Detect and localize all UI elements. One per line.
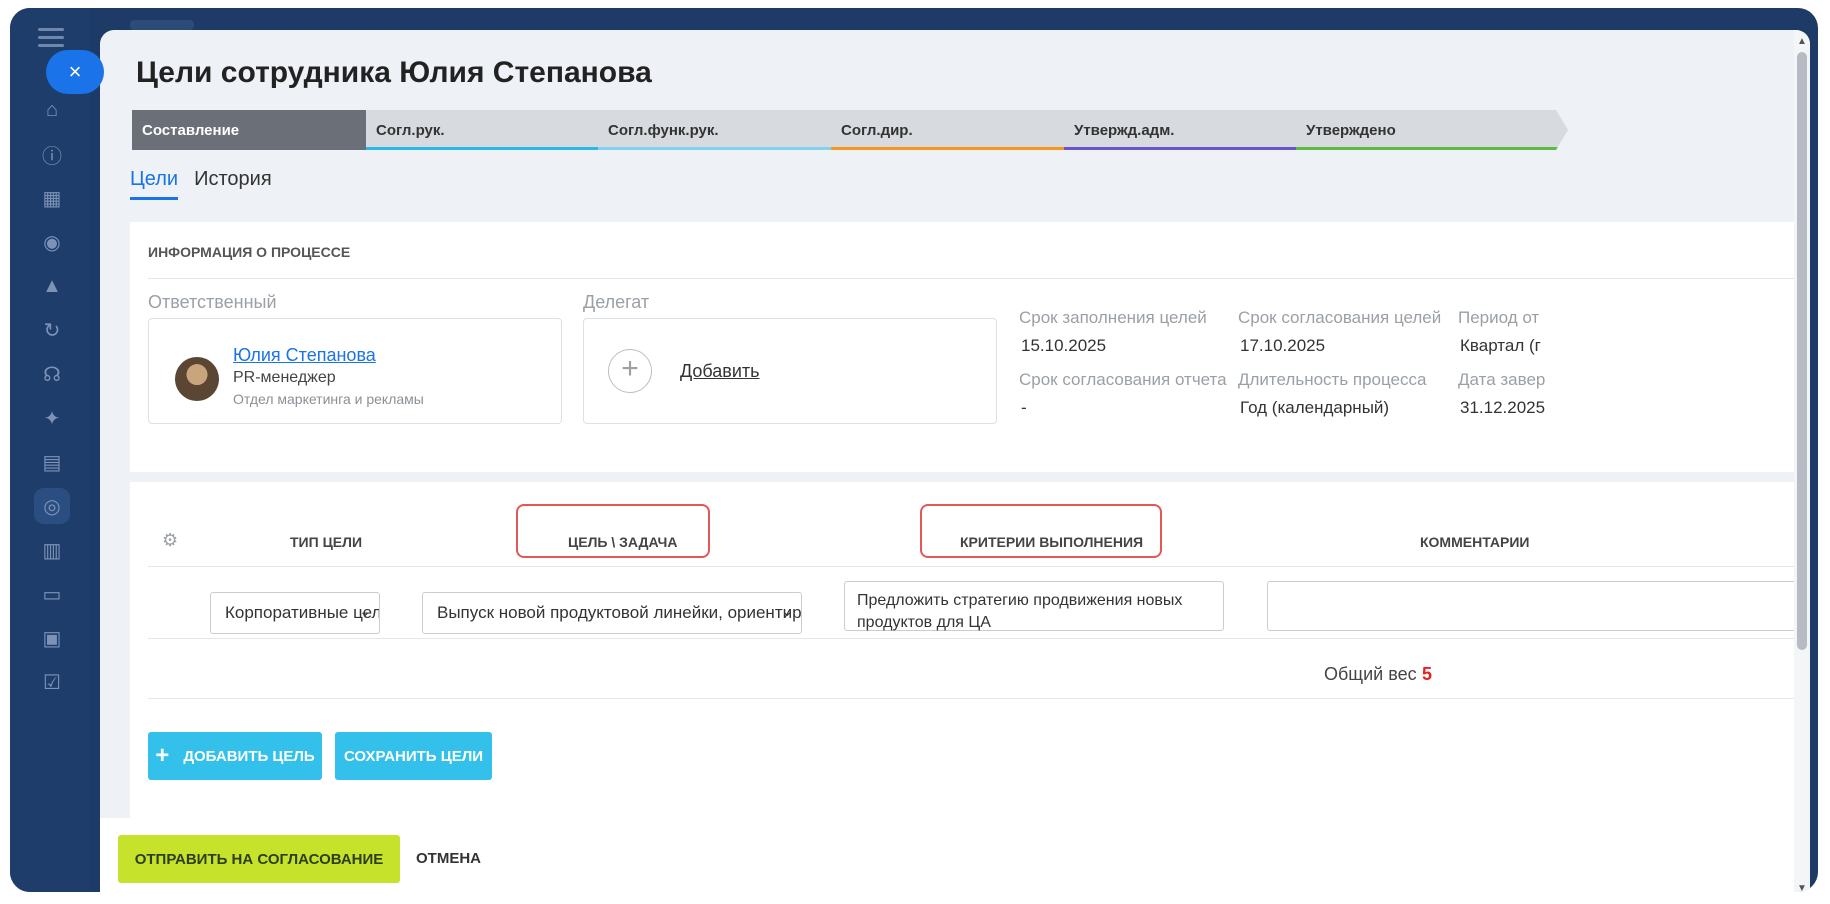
document-icon[interactable]: ▤ xyxy=(34,444,70,480)
gear-icon[interactable]: ⚙ xyxy=(162,530,178,551)
column-header-goal-type: ТИП ЦЕЛИ xyxy=(290,534,363,550)
plus-icon: + xyxy=(155,742,170,769)
delegate-card: + Добавить xyxy=(583,318,997,424)
total-weight-value: 5 xyxy=(1422,664,1433,684)
row-divider xyxy=(148,638,1810,639)
period-value: Квартал (г xyxy=(1460,336,1541,355)
period-label: Период от xyxy=(1458,308,1540,327)
column-header-goal: ЦЕЛЬ \ ЗАДАЧА xyxy=(568,534,678,550)
sidebar: ⌂ ⓘ ▦ ◉ ▲ ↻ ☊ ✦ ▤ ◎ ▥ ▭ ▣ ☑ xyxy=(10,8,90,892)
criteria-textarea[interactable]: Предложить стратегию продвижения новых п… xyxy=(844,581,1224,631)
responsible-label: Ответственный xyxy=(148,292,277,312)
stage-director-approval: Согл.дир. xyxy=(831,110,1103,150)
puzzle-icon[interactable]: ✦ xyxy=(34,400,70,436)
headset-icon[interactable]: ☊ xyxy=(34,356,70,392)
responsible-role: PR-менеджер xyxy=(233,369,336,386)
row-divider xyxy=(148,566,1810,567)
end-date-label: Дата завер xyxy=(1458,370,1546,389)
tab-goals[interactable]: Цели xyxy=(130,168,179,200)
add-goal-button[interactable]: + ДОБАВИТЬ ЦЕЛЬ xyxy=(148,732,322,780)
goals-modal: Цели сотрудника Юлия Степанова Составлен… xyxy=(100,30,1810,892)
360-icon[interactable]: ↻ xyxy=(34,312,70,348)
total-weight-label: Общий вес xyxy=(1324,664,1417,684)
header-tab-stub xyxy=(130,20,194,30)
process-duration-value: Год (календарный) xyxy=(1240,398,1390,417)
report-approval-deadline-value: - xyxy=(1021,398,1027,417)
responsible-name-link[interactable]: Юлия Степанова xyxy=(233,345,376,366)
home-icon[interactable]: ⌂ xyxy=(34,92,70,128)
scrollbar[interactable]: ▲ ▼ xyxy=(1794,30,1810,892)
comment-textarea[interactable] xyxy=(1267,581,1810,631)
target-icon[interactable]: ◎ xyxy=(34,488,70,524)
card-icon[interactable]: ▭ xyxy=(34,576,70,612)
column-header-criteria: КРИТЕРИИ ВЫПОЛНЕНИЯ xyxy=(960,534,1144,550)
goal-select[interactable]: Выпуск новой продуктовой линейки, ориент… xyxy=(422,592,802,634)
stage-label: Составление xyxy=(142,122,240,139)
close-button[interactable]: × xyxy=(46,50,104,94)
checkbox-icon[interactable]: ☑ xyxy=(34,664,70,700)
modal-footer: ОТПРАВИТЬ НА СОГЛАСОВАНИЕ ОТМЕНА xyxy=(100,818,1794,892)
goal-type-value: Корпоративные цели xyxy=(225,603,380,622)
fill-deadline-label: Срок заполнения целей xyxy=(1019,308,1207,327)
graduation-icon[interactable]: ▲ xyxy=(34,268,70,304)
stage-functional-approval: Согл.функ.рук. xyxy=(598,110,870,150)
send-for-approval-button[interactable]: ОТПРАВИТЬ НА СОГЛАСОВАНИЕ xyxy=(118,835,400,883)
clipboard-icon[interactable]: ▣ xyxy=(34,620,70,656)
scroll-up-icon[interactable]: ▲ xyxy=(1797,36,1807,47)
approval-deadline-label: Срок согласования целей xyxy=(1238,308,1442,327)
close-icon: × xyxy=(68,59,82,84)
chevron-down-icon: ⌄ xyxy=(781,603,793,619)
stage-label: Согл.дир. xyxy=(841,122,913,139)
divider xyxy=(148,278,1810,279)
chevron-down-icon: ⌄ xyxy=(359,603,371,619)
add-delegate-plus-icon[interactable]: + xyxy=(608,349,652,393)
stage-underline xyxy=(1296,147,1558,150)
report-approval-deadline-label: Срок согласования отчета xyxy=(1019,370,1227,389)
end-date-value: 31.12.2025 xyxy=(1460,398,1546,417)
fill-deadline-value: 15.10.2025 xyxy=(1021,336,1107,355)
tab-history[interactable]: История xyxy=(194,168,272,200)
map-icon[interactable]: ▦ xyxy=(34,180,70,216)
app-frame: ⌂ ⓘ ▦ ◉ ▲ ↻ ☊ ✦ ▤ ◎ ▥ ▭ ▣ ☑ × Цели сотру… xyxy=(10,8,1818,892)
info-icon[interactable]: ⓘ xyxy=(34,136,70,172)
add-delegate-link[interactable]: Добавить xyxy=(680,361,760,382)
approval-deadline-value: 17.10.2025 xyxy=(1240,336,1326,355)
process-info-heading: ИНФОРМАЦИЯ О ПРОЦЕССЕ xyxy=(148,244,351,260)
stage-underline xyxy=(366,147,628,150)
delegate-label: Делегат xyxy=(583,292,650,312)
responsible-card: Юлия Степанова PR-менеджер Отдел маркети… xyxy=(148,318,562,424)
library-icon[interactable]: ▥ xyxy=(34,532,70,568)
stage-underline xyxy=(831,147,1093,150)
stage-underline xyxy=(1064,147,1326,150)
stage-composing: Составление xyxy=(132,110,404,150)
stage-manager-approval: Согл.рук. xyxy=(366,110,638,150)
stage-label: Согл.рук. xyxy=(376,122,445,139)
process-info-card: ИНФОРМАЦИЯ О ПРОЦЕССЕ Ответственный Юлия… xyxy=(130,222,1810,472)
responsible-department: Отдел маркетинга и рекламы xyxy=(233,391,424,407)
add-goal-label: ДОБАВИТЬ ЦЕЛЬ xyxy=(183,747,315,765)
scroll-down-icon[interactable]: ▼ xyxy=(1797,883,1807,892)
goal-value: Выпуск новой продуктовой линейки, ориент… xyxy=(437,603,802,622)
stage-label: Утверждено xyxy=(1306,122,1396,139)
cancel-button[interactable]: ОТМЕНА xyxy=(416,850,481,867)
process-duration-label: Длительность процесса xyxy=(1238,370,1427,389)
stage-label: Утвержд.адм. xyxy=(1074,122,1175,139)
hamburger-menu-icon[interactable] xyxy=(38,28,64,48)
goal-type-select[interactable]: Корпоративные цели ⌄ xyxy=(210,592,380,634)
scrollbar-thumb[interactable] xyxy=(1797,52,1807,650)
stage-approved: Утверждено xyxy=(1296,110,1568,150)
workflow-stages: Составление Согл.рук. Согл.функ.рук. Сог… xyxy=(132,110,1762,150)
stage-label: Согл.функ.рук. xyxy=(608,122,719,139)
column-header-comments: КОММЕНТАРИИ xyxy=(1420,534,1530,550)
row-divider xyxy=(148,698,1810,699)
page-title: Цели сотрудника Юлия Степанова xyxy=(136,56,652,89)
stage-admin-approval: Утвержд.адм. xyxy=(1064,110,1336,150)
avatar xyxy=(175,357,219,401)
tabs: Цели История xyxy=(130,168,272,200)
stage-underline xyxy=(598,147,860,150)
save-goals-button[interactable]: СОХРАНИТЬ ЦЕЛИ xyxy=(335,732,492,780)
goals-table-card: ⚙ ТИП ЦЕЛИ ЦЕЛЬ \ ЗАДАЧА КРИТЕРИИ ВЫПОЛН… xyxy=(130,482,1810,842)
save-goals-label: СОХРАНИТЬ ЦЕЛИ xyxy=(343,747,484,765)
gamepad-icon[interactable]: ◉ xyxy=(34,224,70,260)
